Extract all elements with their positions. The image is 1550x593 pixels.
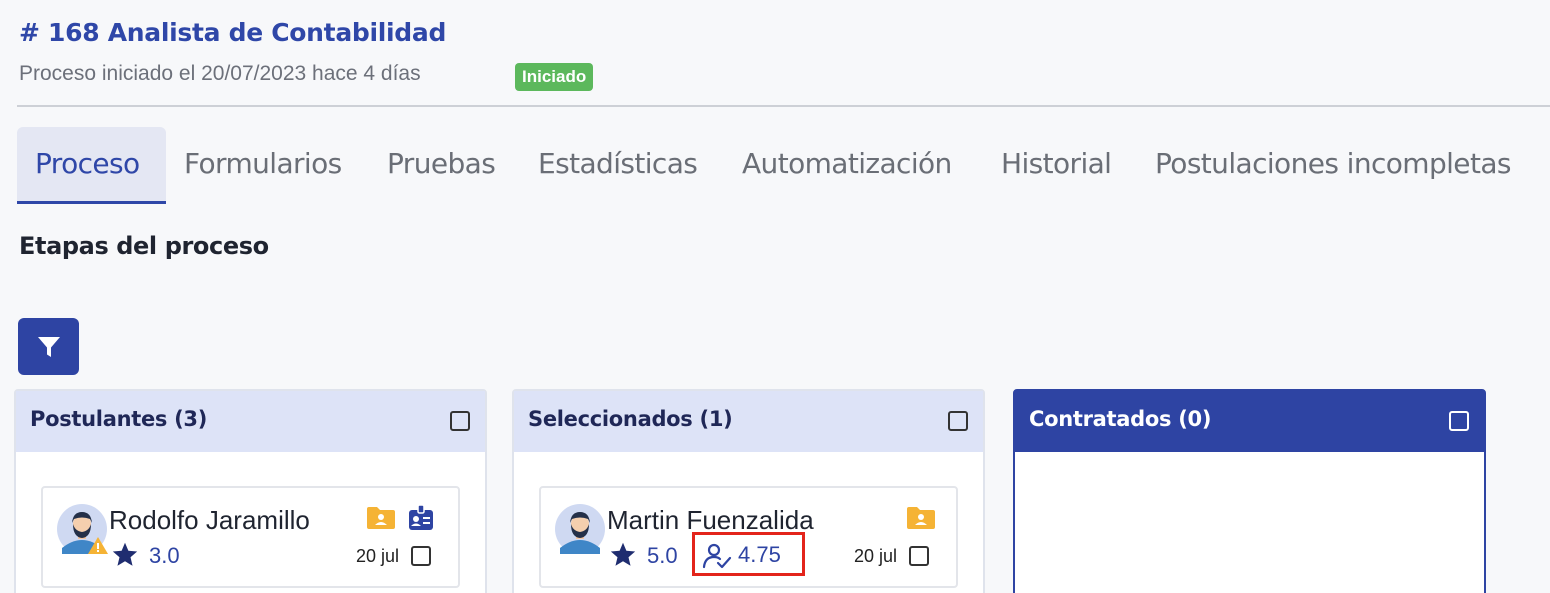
candidate-rating: 3.0: [149, 543, 180, 568]
evaluation-score: 4.75: [738, 542, 781, 567]
candidate-select-checkbox[interactable]: [411, 546, 431, 566]
id-card-icon[interactable]: [407, 504, 435, 532]
column-title: Contratados (0): [1029, 407, 1212, 431]
tab-pruebas[interactable]: Pruebas: [369, 127, 513, 204]
application-date: 20 jul: [853, 546, 897, 566]
folder-user-icon[interactable]: [366, 506, 396, 530]
tab-proceso[interactable]: Proceso: [17, 127, 166, 204]
tab-postulaciones-incompletas[interactable]: Postulaciones incompletas: [1137, 127, 1529, 204]
status-badge: Iniciado: [515, 63, 594, 91]
page-title: # 168 Analista de Contabilidad: [19, 18, 447, 47]
process-subtitle: Proceso iniciado el 20/07/2023 hace 4 dí…: [19, 62, 421, 85]
stage-column-postulantes: Postulantes (3) Rodolfo Jaramillo 3.0 20…: [14, 389, 487, 593]
column-select-checkbox[interactable]: [948, 411, 968, 431]
warning-icon: [88, 537, 108, 554]
column-title: Seleccionados (1): [528, 407, 733, 431]
avatar: [555, 504, 605, 554]
candidate-name: Rodolfo Jaramillo: [109, 505, 310, 535]
tab-estadisticas[interactable]: Estadísticas: [520, 127, 715, 204]
column-title: Postulantes (3): [30, 407, 208, 431]
candidate-rating: 5.0: [647, 543, 678, 568]
process-header: # 168 Analista de Contabilidad Proceso i…: [0, 0, 1550, 106]
application-date: 20 jul: [355, 546, 399, 566]
stage-column-contratados: Contratados (0): [1013, 389, 1486, 593]
header-divider: [17, 105, 1550, 107]
filter-icon: [38, 337, 60, 357]
candidate-card[interactable]: Rodolfo Jaramillo 3.0 20 jul: [41, 486, 460, 588]
stage-column-seleccionados: Seleccionados (1) Martin Fuenzalida 5.0: [512, 389, 985, 593]
column-header: Postulantes (3): [16, 391, 485, 452]
tab-formularios[interactable]: Formularios: [166, 127, 360, 204]
tab-historial[interactable]: Historial: [983, 127, 1129, 204]
column-select-checkbox[interactable]: [1449, 411, 1469, 431]
column-header: Seleccionados (1): [514, 391, 983, 452]
column-select-checkbox[interactable]: [450, 411, 470, 431]
folder-user-icon[interactable]: [906, 506, 936, 530]
tab-bar: Proceso Formularios Pruebas Estadísticas…: [17, 127, 1550, 205]
tab-automatizacion[interactable]: Automatización: [724, 127, 970, 204]
user-check-icon: [702, 543, 732, 569]
evaluation-score-highlight[interactable]: 4.75: [692, 532, 805, 576]
column-header: Contratados (0): [1015, 391, 1484, 452]
section-title: Etapas del proceso: [19, 232, 269, 260]
candidate-card[interactable]: Martin Fuenzalida 5.0 4.75 20 jul: [539, 486, 958, 588]
candidate-select-checkbox[interactable]: [909, 546, 929, 566]
star-icon: [610, 542, 636, 566]
filter-button[interactable]: [18, 318, 79, 375]
star-icon: [112, 542, 138, 566]
